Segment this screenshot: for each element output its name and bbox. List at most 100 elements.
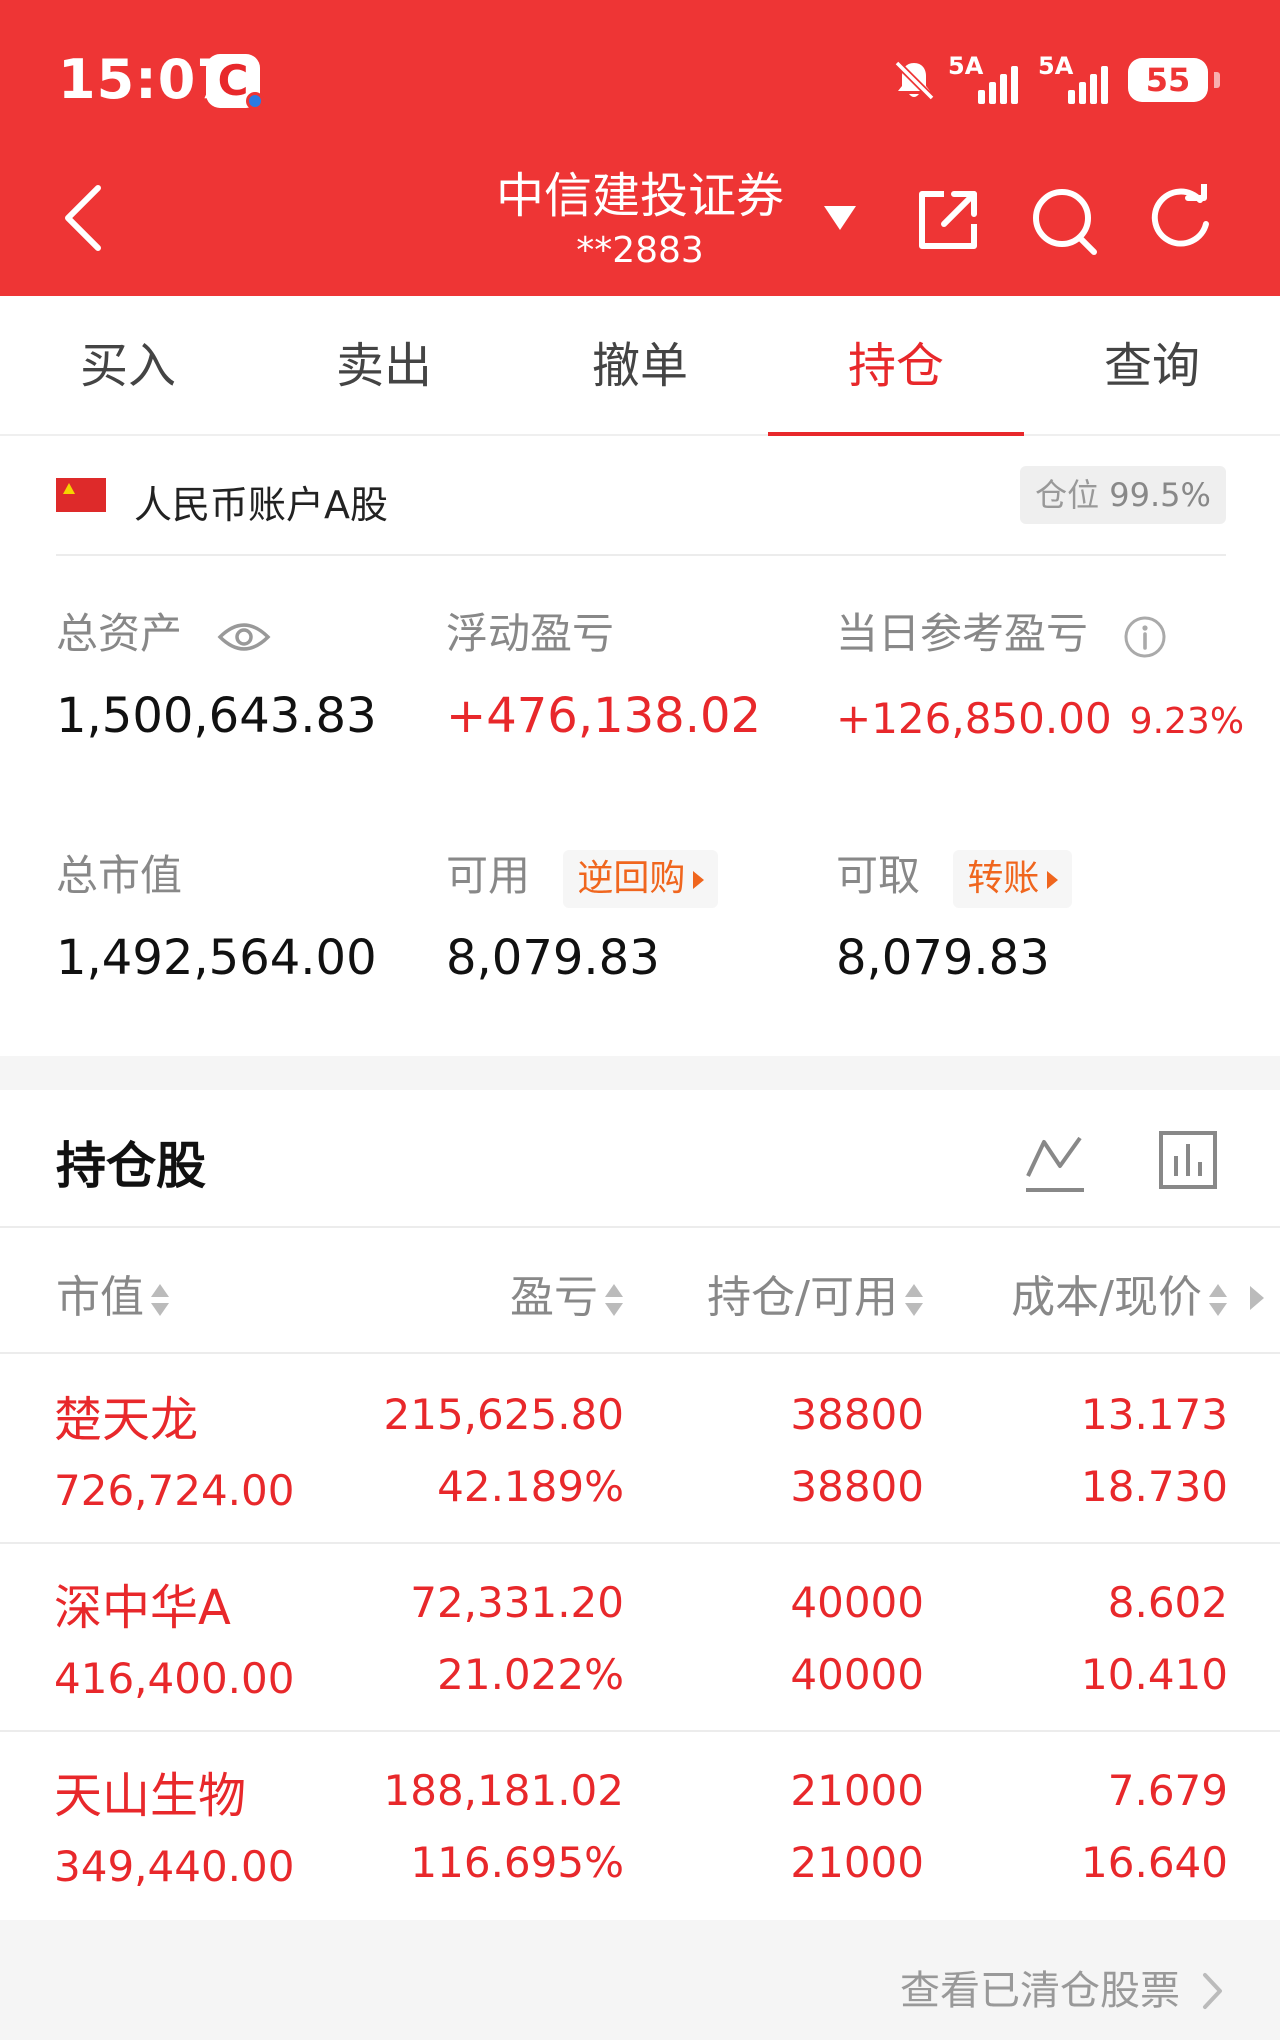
transfer-button[interactable]: 转账 <box>953 849 1073 908</box>
stock-name: 天山生物 <box>54 1768 247 1824</box>
holdings-section: 持仓股 市值 盈亏 持仓/可用 成本/现价 楚天龙 726,724.00 215… <box>0 1090 1280 1920</box>
stock-price: 16.640 <box>1081 1838 1228 1887</box>
stock-market-value: 349,440.00 <box>54 1842 295 1891</box>
transfer-label: 转账 <box>967 857 1040 899</box>
floating-pl-value: +476,138.02 <box>446 688 762 744</box>
stock-holding: 40000 <box>790 1578 924 1627</box>
tab-query[interactable]: 查询 <box>1024 296 1280 436</box>
stock-pl: 188,181.02 <box>383 1766 624 1815</box>
tab-cancel-order[interactable]: 撤单 <box>512 296 768 436</box>
account-type-label: 人民币账户A股 <box>134 483 388 527</box>
battery-icon: 55 <box>1128 58 1220 102</box>
withdrawable-block: 可取 转账 8,079.83 <box>836 846 1073 986</box>
bar-chart-icon[interactable] <box>1158 1130 1218 1190</box>
trade-tabs: 买入 卖出 撤单 持仓 查询 <box>0 296 1280 438</box>
stock-price: 18.730 <box>1081 1462 1228 1511</box>
total-assets-label: 总资产 <box>56 609 183 658</box>
broker-title[interactable]: 中信建投证券 <box>440 156 840 226</box>
back-arrow-icon[interactable] <box>60 184 104 252</box>
dropdown-triangle-icon[interactable] <box>822 204 858 232</box>
column-cost-price[interactable]: 成本/现价 <box>1011 1268 1228 1328</box>
position-value: 99.5% <box>1109 476 1211 514</box>
stock-cost: 7.679 <box>1107 1766 1228 1815</box>
daily-pl-percent: 9.23% <box>1129 701 1245 742</box>
column-cost-price-label: 成本/现价 <box>1011 1272 1202 1323</box>
china-flag-icon <box>56 478 106 512</box>
withdrawable-label: 可取 <box>836 851 921 900</box>
stock-available: 21000 <box>790 1838 924 1887</box>
stock-market-value: 416,400.00 <box>54 1654 295 1703</box>
account-number: **2883 <box>576 230 704 271</box>
stock-holding: 21000 <box>790 1766 924 1815</box>
withdrawable-value: 8,079.83 <box>836 930 1050 986</box>
tab-positions[interactable]: 持仓 <box>768 296 1024 438</box>
eye-visibility-icon[interactable] <box>217 619 271 655</box>
reverse-repo-button[interactable]: 逆回购 <box>563 849 719 908</box>
signal-label-2: 5A <box>1038 52 1074 80</box>
total-assets-value: 1,500,643.83 <box>56 688 377 744</box>
divider <box>56 554 1226 556</box>
total-assets-block: 总资产 1,500,643.83 <box>56 604 377 744</box>
available-block: 可用 逆回购 8,079.83 <box>446 846 719 986</box>
column-pl[interactable]: 盈亏 <box>510 1268 624 1328</box>
market-value-label: 总市值 <box>56 851 183 900</box>
available-label: 可用 <box>446 851 531 900</box>
signal-icon-1: 5A <box>948 52 1024 104</box>
stock-available: 40000 <box>790 1650 924 1699</box>
caret-right-icon <box>693 870 705 889</box>
column-market-value[interactable]: 市值 <box>56 1268 170 1328</box>
sort-icon <box>604 1280 624 1320</box>
footer-bar: 查看已清仓股票 <box>0 1920 1280 2040</box>
daily-pl-block: 当日参考盈亏 +126,850.00 9.23% <box>836 604 1244 743</box>
stock-available: 38800 <box>790 1462 924 1511</box>
sort-icon <box>150 1280 170 1320</box>
holdings-title: 持仓股 <box>56 1137 206 1195</box>
stock-pl: 215,625.80 <box>383 1390 624 1439</box>
divider <box>0 1226 1280 1228</box>
holding-row[interactable]: 深中华A 416,400.00 72,331.20 21.022% 40000 … <box>0 1542 1280 1730</box>
column-pl-label: 盈亏 <box>510 1272 598 1323</box>
stock-name: 楚天龙 <box>54 1392 199 1448</box>
signal-label-1: 5A <box>948 52 984 80</box>
sort-icon <box>1208 1280 1228 1320</box>
app-header: 15:07 C 5A 5A 55 中信建投证券 **2883 <box>0 0 1280 296</box>
sort-icon <box>904 1280 924 1320</box>
cleared-stocks-link[interactable]: 查看已清仓股票 <box>900 1958 1180 2016</box>
market-value-block: 总市值 1,492,564.00 <box>56 846 377 986</box>
tab-sell[interactable]: 卖出 <box>256 296 512 436</box>
position-ratio-badge: 仓位 99.5% <box>1020 466 1226 524</box>
account-summary: 人民币账户A股 仓位 99.5% 总资产 1,500,643.83 浮动盈亏 +… <box>0 436 1280 1056</box>
app-notification-icon: C <box>206 54 264 110</box>
stock-pl-percent: 42.189% <box>437 1462 624 1511</box>
search-icon[interactable] <box>1028 186 1100 258</box>
tab-buy[interactable]: 买入 <box>0 296 256 436</box>
stock-market-value: 726,724.00 <box>54 1466 295 1515</box>
info-icon[interactable] <box>1123 615 1167 659</box>
scroll-right-icon[interactable] <box>1250 1286 1264 1310</box>
position-label: 仓位 <box>1035 476 1100 514</box>
holding-row[interactable]: 楚天龙 726,724.00 215,625.80 42.189% 38800 … <box>0 1354 1280 1542</box>
floating-pl-block: 浮动盈亏 +476,138.02 <box>446 604 761 744</box>
refresh-icon[interactable] <box>1148 184 1218 254</box>
daily-pl-label: 当日参考盈亏 <box>836 609 1089 658</box>
reverse-repo-label: 逆回购 <box>577 857 686 899</box>
stock-holding: 38800 <box>790 1390 924 1439</box>
chevron-right-icon[interactable] <box>1202 1972 1224 2010</box>
caret-right-icon <box>1047 870 1059 889</box>
daily-pl-value: +126,850.00 <box>836 694 1112 743</box>
signal-icon-2: 5A <box>1038 52 1114 104</box>
column-hold-available[interactable]: 持仓/可用 <box>707 1268 924 1328</box>
bell-muted-icon <box>894 60 935 101</box>
available-value: 8,079.83 <box>446 930 660 986</box>
stock-pl-percent: 21.022% <box>437 1650 624 1699</box>
stock-name: 深中华A <box>54 1580 231 1636</box>
stock-cost: 13.173 <box>1081 1390 1228 1439</box>
column-market-value-label: 市值 <box>56 1272 144 1323</box>
holding-row[interactable]: 天山生物 349,440.00 188,181.02 116.695% 2100… <box>0 1730 1280 1918</box>
battery-level: 55 <box>1145 61 1191 99</box>
share-external-icon[interactable] <box>914 186 982 254</box>
market-value-value: 1,492,564.00 <box>56 930 377 986</box>
line-chart-icon[interactable] <box>1024 1132 1086 1194</box>
column-hold-available-label: 持仓/可用 <box>707 1272 898 1323</box>
stock-pl: 72,331.20 <box>410 1578 624 1627</box>
